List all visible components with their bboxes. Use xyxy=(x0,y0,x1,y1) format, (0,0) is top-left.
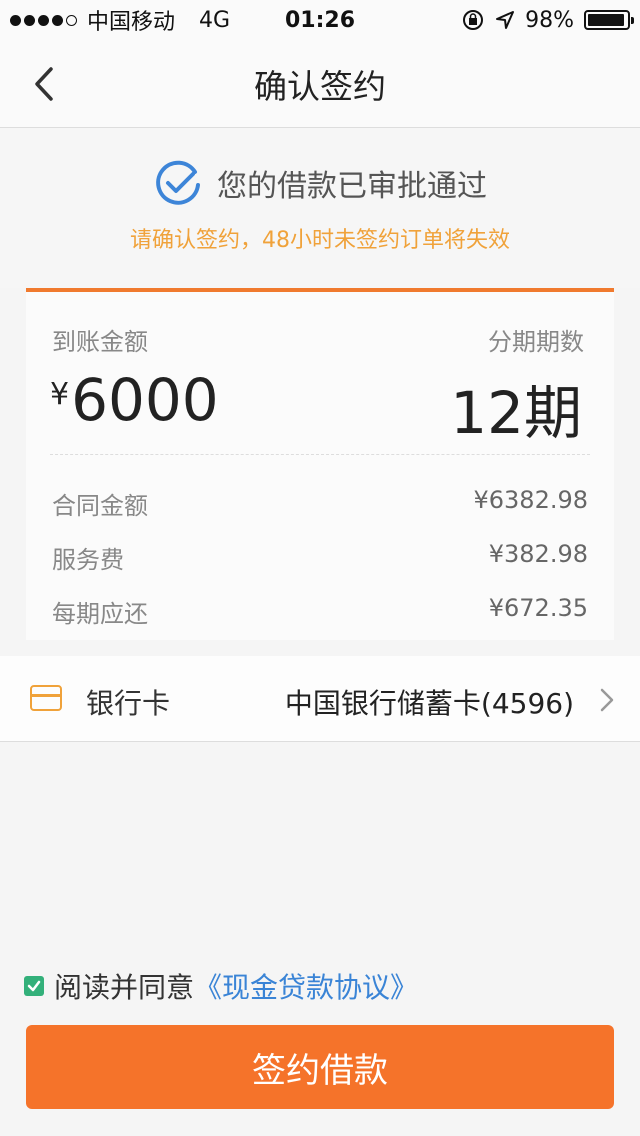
agreement-text: 阅读并同意 xyxy=(54,971,195,1004)
location-icon xyxy=(496,11,515,29)
amount-label: 到账金额 xyxy=(52,328,148,356)
rotation-lock-icon xyxy=(463,10,484,30)
page-title: 确认签约 xyxy=(254,66,386,106)
network-type: 4G xyxy=(199,7,231,33)
chevron-left-icon xyxy=(35,67,53,101)
amount-number: 6000 xyxy=(71,366,219,434)
sign-loan-button-label: 签约借款 xyxy=(252,1050,388,1091)
bank-card-value: 中国银行储蓄卡(4596) xyxy=(284,687,574,720)
nav-bar: 确认签约 xyxy=(0,40,640,128)
signal-strength-icon xyxy=(10,14,77,26)
chevron-right-icon xyxy=(600,688,614,712)
approval-section: 您的借款已审批通过 请确认签约，48小时未签约订单将失效 xyxy=(0,128,640,288)
approval-header: 您的借款已审批通过 xyxy=(0,158,640,208)
agreement-link[interactable]: 《现金贷款协议》 xyxy=(194,966,418,1006)
checkmark-icon xyxy=(27,980,41,992)
status-bar: 中国移动 4G 01:26 98% xyxy=(0,0,640,40)
periods-value: 12期 xyxy=(450,379,582,447)
service-fee-label: 服务费 xyxy=(52,546,124,574)
divider xyxy=(50,454,590,455)
service-fee-value: ¥382.98 xyxy=(488,540,588,568)
contract-amount-value: ¥6382.98 xyxy=(473,486,588,514)
amount-value: ¥6000 xyxy=(50,366,219,434)
agreement-row: 阅读并同意 《现金贷款协议》 xyxy=(24,966,418,1006)
status-right: 98% xyxy=(461,7,634,33)
bank-card-icon xyxy=(30,685,62,711)
periods-label: 分期期数 xyxy=(488,328,584,356)
currency-symbol: ¥ xyxy=(50,377,70,412)
installment-label: 每期应还 xyxy=(52,600,148,628)
back-button[interactable] xyxy=(22,60,66,108)
bank-card-label: 银行卡 xyxy=(86,687,171,720)
installment-value: ¥672.35 xyxy=(488,594,588,622)
approval-title: 您的借款已审批通过 xyxy=(217,169,487,204)
check-circle-icon xyxy=(156,160,200,205)
contract-amount-label: 合同金额 xyxy=(52,492,148,520)
status-left: 中国移动 4G xyxy=(10,4,461,36)
battery-icon xyxy=(584,10,634,30)
battery-percent: 98% xyxy=(525,7,574,33)
expiry-notice: 请确认签约，48小时未签约订单将失效 xyxy=(130,228,510,253)
agree-checkbox[interactable] xyxy=(24,976,44,996)
bank-card-row[interactable]: 银行卡 中国银行储蓄卡(4596) xyxy=(0,656,640,742)
sign-loan-button[interactable]: 签约借款 xyxy=(26,1025,614,1109)
loan-summary-card: 到账金额 分期期数 ¥6000 12期 合同金额 ¥6382.98 服务费 ¥3… xyxy=(26,288,614,640)
carrier-name: 中国移动 xyxy=(87,10,176,35)
